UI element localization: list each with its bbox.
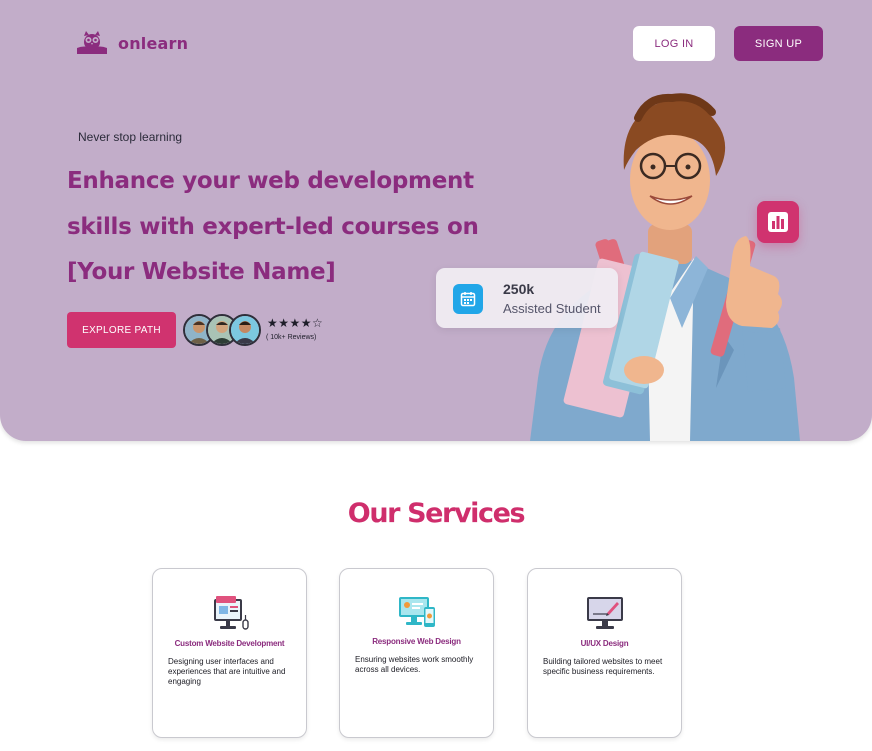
service-card-custom-website[interactable]: Custom Website Development Designing use… — [152, 568, 307, 738]
service-card-ui-ux-design[interactable]: UI/UX Design Building tailored websites … — [527, 568, 682, 738]
owl-logo-icon — [77, 31, 107, 54]
student-photo — [530, 93, 800, 441]
stat-value: 250k — [503, 281, 535, 297]
service-card-responsive-design[interactable]: Responsive Web Design Ensuring websites … — [339, 568, 494, 738]
student-avatars — [183, 314, 263, 348]
logo[interactable]: onlearn — [74, 30, 188, 56]
bar-chart-icon — [757, 201, 799, 243]
service-card-title: Custom Website Development — [174, 639, 285, 648]
brand-name: onlearn — [118, 33, 189, 53]
login-button[interactable]: LOG IN — [633, 26, 715, 61]
stat-label: Assisted Student — [503, 301, 601, 316]
desktop-code-icon — [213, 596, 249, 630]
service-card-description: Building tailored websites to meet speci… — [543, 657, 663, 676]
service-card-description: Ensuring websites work smoothly across a… — [355, 655, 474, 674]
explore-path-button[interactable]: EXPLORE PATH — [67, 312, 176, 348]
reviews-count: ( 10k+ Reviews) — [266, 334, 317, 341]
calendar-icon — [453, 284, 483, 314]
rating-stars: ★★★★☆ — [267, 316, 324, 330]
service-card-description: Designing user interfaces and experience… — [168, 657, 286, 686]
avatar — [229, 314, 261, 346]
hero-section: onlearn LOG IN SIGN UP Never stop learni… — [0, 0, 872, 441]
responsive-devices-icon — [398, 597, 435, 627]
assisted-student-card: 250k Assisted Student — [436, 268, 618, 328]
service-card-title: UI/UX Design — [580, 639, 629, 648]
signup-button[interactable]: SIGN UP — [734, 26, 823, 61]
hero-headline: Enhance your web development skills with… — [67, 168, 479, 285]
monitor-pen-icon — [586, 597, 623, 629]
hero-tagline: Never stop learning — [78, 130, 183, 144]
services-title: Our Services — [347, 498, 526, 529]
service-card-title: Responsive Web Design — [372, 637, 461, 646]
